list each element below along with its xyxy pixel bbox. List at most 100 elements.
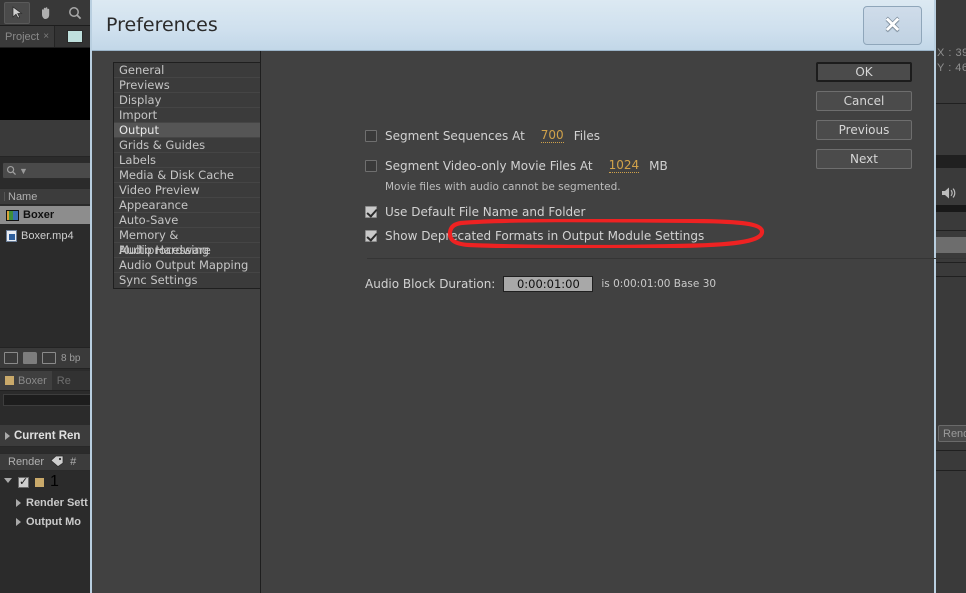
- sidebar-item-auto-save[interactable]: Auto-Save: [114, 213, 260, 228]
- tab-boxer-label: Boxer: [18, 374, 47, 387]
- sidebar-item-audio-hardware[interactable]: Audio Hardware: [114, 243, 260, 258]
- show-deprecated-checkbox[interactable]: [365, 230, 377, 242]
- new-composition-icon[interactable]: [42, 352, 56, 364]
- sidebar-item-labels[interactable]: Labels: [114, 153, 260, 168]
- disclosure-triangle-icon[interactable]: [4, 477, 12, 487]
- render-button[interactable]: Rend: [938, 425, 966, 442]
- sidebar-item-display[interactable]: Display: [114, 93, 260, 108]
- ok-button[interactable]: OK: [816, 62, 912, 82]
- sidebar-item-memory-multiprocessing[interactable]: Memory & Multiprocessing: [114, 228, 260, 257]
- audio-block-duration-label: Audio Block Duration:: [365, 277, 496, 291]
- disclosure-triangle-icon[interactable]: [5, 431, 10, 440]
- info-and-audio-panels: [935, 0, 966, 593]
- column-header-render[interactable]: Render: [8, 456, 44, 468]
- audio-meter: [935, 156, 966, 168]
- item-number-label: 1: [50, 473, 59, 490]
- output-module-label: Output Mo: [26, 515, 81, 528]
- sidebar-item-sync-settings[interactable]: Sync Settings: [114, 273, 260, 288]
- column-header-name[interactable]: Name: [0, 188, 95, 205]
- selection-arrow-icon[interactable]: [4, 1, 30, 24]
- sidebar-item-media-disk-cache[interactable]: Media & Disk Cache: [114, 168, 260, 183]
- tab-effect-controls[interactable]: [55, 26, 95, 47]
- section-divider: [367, 258, 966, 259]
- project-panel-tabbar: Project ×: [0, 26, 95, 48]
- sidebar-item-audio-output-mapping[interactable]: Audio Output Mapping: [114, 258, 260, 273]
- project-info-area: [0, 120, 95, 157]
- use-default-filename-checkbox[interactable]: [365, 206, 377, 218]
- info-y-coordinate: Y : 463: [937, 62, 966, 74]
- render-queue-column-headers: Render #: [0, 453, 95, 471]
- sidebar-item-general[interactable]: General: [114, 63, 260, 78]
- render-settings-label: Render Sett: [26, 496, 88, 509]
- render-settings-row[interactable]: Render Sett: [0, 493, 95, 512]
- tab-project[interactable]: Project ×: [0, 26, 56, 47]
- sidebar-item-import[interactable]: Import: [114, 108, 260, 123]
- render-queue-item-row[interactable]: 1: [0, 473, 95, 491]
- label-tag-icon: [50, 455, 64, 470]
- page-title: Preferences: [106, 14, 218, 36]
- dialog-titlebar[interactable]: Preferences ✕: [92, 0, 934, 51]
- sidebar-item-appearance[interactable]: Appearance: [114, 198, 260, 213]
- composition-swatch-icon: [5, 376, 14, 385]
- audio-block-duration-input[interactable]: 0:00:01:00: [503, 276, 594, 292]
- segment-sequences-checkbox[interactable]: [365, 129, 377, 142]
- bit-depth-label[interactable]: 8 bp: [61, 353, 80, 364]
- list-item[interactable]: Boxer: [0, 206, 95, 224]
- speaker-icon[interactable]: [941, 186, 957, 204]
- disclosure-triangle-icon[interactable]: [16, 498, 21, 507]
- info-x-coordinate: X : 392: [937, 47, 966, 59]
- segment-video-only-value[interactable]: 1024: [608, 158, 640, 173]
- scrollbar[interactable]: [935, 237, 966, 253]
- zoom-icon[interactable]: [62, 2, 88, 24]
- audio-level-slider[interactable]: [935, 205, 966, 212]
- render-checkbox[interactable]: [18, 475, 29, 488]
- use-default-filename-label: Use Default File Name and Folder: [385, 205, 586, 219]
- close-icon[interactable]: ×: [43, 31, 49, 42]
- show-deprecated-row[interactable]: Show Deprecated Formats in Output Module…: [365, 229, 704, 243]
- tools-panel: [0, 0, 95, 26]
- dialog-body: General Previews Display Import Output G…: [92, 51, 966, 593]
- project-panel-footer: 8 bp: [0, 347, 95, 369]
- next-button[interactable]: Next: [816, 149, 912, 169]
- sidebar-item-previews[interactable]: Previews: [114, 78, 260, 93]
- segment-sequences-unit: Files: [573, 128, 601, 143]
- sidebar-item-output[interactable]: Output: [114, 123, 260, 138]
- list-item[interactable]: Boxer.mp4: [0, 227, 95, 245]
- screen: Project × ▼ Name Boxer Boxer.mp4 8 bp Bo…: [0, 0, 966, 593]
- tab-boxer-comp[interactable]: Boxer: [0, 371, 52, 390]
- hand-icon[interactable]: [33, 2, 59, 24]
- segment-sequences-value[interactable]: 700: [540, 128, 564, 143]
- tab-render-queue[interactable]: Re: [51, 371, 95, 390]
- disclosure-triangle-icon[interactable]: [16, 517, 21, 526]
- audio-block-duration-suffix: is 0:00:01:00 Base 30: [601, 278, 717, 290]
- list-item-label: Boxer.mp4: [21, 230, 74, 242]
- preferences-dialog: Preferences ✕ General Previews Display I…: [90, 0, 966, 593]
- segment-video-only-checkbox[interactable]: [365, 159, 377, 172]
- list-item-label: Boxer: [23, 209, 55, 221]
- segment-video-only-unit: MB: [649, 158, 668, 173]
- new-folder-icon[interactable]: [23, 352, 37, 364]
- column-header-number[interactable]: #: [70, 456, 76, 468]
- chevron-down-icon[interactable]: ▼: [19, 166, 28, 176]
- dialog-button-column: OK Cancel Previous Next: [816, 62, 912, 169]
- interpret-footage-icon[interactable]: [4, 352, 18, 364]
- segment-sequences-label: Segment Sequences At: [385, 128, 525, 143]
- sidebar-item-video-preview[interactable]: Video Preview: [114, 183, 260, 198]
- cancel-button[interactable]: Cancel: [816, 91, 912, 111]
- render-queue-tabbar: Boxer Re: [0, 371, 95, 391]
- tab-render-queue-label: Re: [56, 374, 71, 387]
- search-input[interactable]: ▼: [2, 162, 94, 179]
- current-render-row[interactable]: Current Ren: [0, 425, 95, 447]
- close-icon: ✕: [883, 14, 902, 37]
- timeline-ruler[interactable]: [3, 394, 95, 406]
- sidebar-item-grids-guides[interactable]: Grids & Guides: [114, 138, 260, 153]
- use-default-filename-row[interactable]: Use Default File Name and Folder: [365, 205, 585, 219]
- audio-block-duration-row: Audio Block Duration: 0:00:01:00 is 0:00…: [365, 276, 716, 292]
- search-icon: [6, 165, 16, 175]
- segment-note: Movie files with audio cannot be segment…: [385, 181, 621, 193]
- output-module-row[interactable]: Output Mo: [0, 512, 95, 531]
- segment-sequences-row[interactable]: Segment Sequences At 700 Files: [365, 128, 600, 143]
- segment-video-only-row[interactable]: Segment Video-only Movie Files At 1024 M…: [365, 158, 668, 173]
- previous-button[interactable]: Previous: [816, 120, 912, 140]
- close-button[interactable]: ✕: [863, 6, 922, 45]
